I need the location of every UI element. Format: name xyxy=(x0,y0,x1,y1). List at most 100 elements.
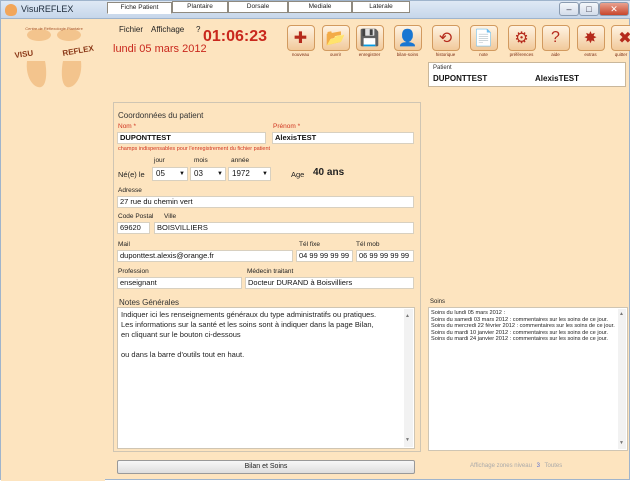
tel-mob-label: Tél mob xyxy=(356,241,380,248)
scroll-up-icon[interactable]: ▲ xyxy=(405,311,410,321)
prenom-input[interactable]: AlexisTEST xyxy=(272,132,414,144)
mail-input[interactable]: duponttest.alexis@orange.fr xyxy=(117,250,293,262)
bilan-soins-button[interactable]: Bilan et Soins xyxy=(117,460,415,474)
toolbar-label: bilan-soins xyxy=(396,52,419,57)
history-icon: ⟲ xyxy=(431,25,460,51)
chevron-down-icon: ▼ xyxy=(262,171,268,177)
soins-entries: Soins du lundi 05 mars 2012 : Soins du sa… xyxy=(431,310,615,343)
soins-entry[interactable]: Soins du mardi 24 janvier 2012 : comment… xyxy=(431,336,615,343)
clock: 01:06:23 xyxy=(203,28,268,45)
notes-textarea[interactable]: Indiquer ici les renseignements généraux… xyxy=(117,307,415,449)
jour-label: jour xyxy=(154,157,165,164)
scroll-down-icon[interactable]: ▼ xyxy=(405,435,410,445)
adresse-input[interactable]: 27 rue du chemin vert xyxy=(117,196,414,208)
annee-select[interactable]: 1972 ▼ xyxy=(228,167,271,181)
quitter-button[interactable]: ✖ quitter xyxy=(611,25,630,63)
soins-entry[interactable]: Soins du mercredi 22 février 2012 : comm… xyxy=(431,323,615,330)
soins-list[interactable]: Soins du lundi 05 mars 2012 : Soins du sa… xyxy=(428,307,628,451)
jour-value: 05 xyxy=(156,169,165,178)
jour-select[interactable]: 05 ▼ xyxy=(152,167,188,181)
note-button[interactable]: 📄 note xyxy=(467,25,500,63)
medecin-input[interactable]: Docteur DURAND à Boisvilliers xyxy=(245,277,414,289)
patient-nom: DUPONTTEST xyxy=(433,74,488,83)
scroll-up-icon[interactable]: ▲ xyxy=(619,311,624,318)
nom-label: Nom * xyxy=(118,123,137,130)
help-icon: ? xyxy=(541,25,570,51)
patient-header: Patient DUPONTTEST AlexisTEST xyxy=(428,62,626,87)
note-icon: 📄 xyxy=(469,25,498,51)
soins-scrollbar[interactable]: ▲ ▼ xyxy=(618,309,626,449)
ville-input[interactable]: BOISVILLIERS xyxy=(154,222,414,234)
close-button[interactable]: ✕ xyxy=(599,2,629,16)
toolbar-label: note xyxy=(479,52,488,57)
age-label: Age xyxy=(291,170,305,179)
mois-value: 03 xyxy=(194,169,203,178)
extras-icon: ✸ xyxy=(576,25,605,51)
adresse-label: Adresse xyxy=(118,187,142,194)
soins-entry[interactable]: Soins du mardi 10 janvier 2012 : comment… xyxy=(431,330,615,337)
date-naissance-label: Né(e) le xyxy=(118,170,145,179)
required-note: champs indispensables pour l'enregistrem… xyxy=(118,146,271,152)
ouvrir-button[interactable]: 📂 ouvrir xyxy=(319,25,352,63)
code-postal-input[interactable]: 69620 xyxy=(117,222,150,234)
affichage-toutes[interactable]: Toutes xyxy=(545,463,563,469)
scroll-down-icon[interactable]: ▼ xyxy=(619,440,624,447)
toolbar-label: quitter xyxy=(614,52,628,57)
medecin-label: Médecin traitant xyxy=(247,268,294,275)
chevron-down-icon: ▼ xyxy=(217,171,223,177)
app-window: VisuREFLEX – □ ✕ Centre de Réflexologie … xyxy=(0,0,630,481)
tab-laterale[interactable]: Laterale xyxy=(352,1,410,13)
prenom-label: Prénom * xyxy=(273,123,301,130)
notes-line: Les informations sur la santé et les soi… xyxy=(121,320,374,329)
tab-mediale[interactable]: Mediale xyxy=(288,1,352,13)
soins-entry[interactable]: Soins du samedi 03 mars 2012 : commentai… xyxy=(431,317,615,324)
affichage-level[interactable]: 3 xyxy=(537,463,540,469)
chevron-down-icon: ▼ xyxy=(179,171,185,177)
menu-help[interactable]: ? xyxy=(196,25,200,34)
tab-fiche-patient[interactable]: Fiche Patient xyxy=(107,2,172,14)
soins-label: Soins xyxy=(430,299,446,305)
toolbar-label: nouveau xyxy=(291,52,310,57)
nom-input[interactable]: DUPONTTEST xyxy=(117,132,266,144)
aide-button[interactable]: ? aide xyxy=(539,25,572,63)
tel-fixe-label: Tél fixe xyxy=(299,241,320,248)
notes-line: Indiquer ici les renseignements généraux… xyxy=(121,310,377,319)
svg-text:VISU: VISU xyxy=(14,48,34,60)
app-icon xyxy=(5,4,17,16)
gear-icon: ⚙ xyxy=(507,25,536,51)
soins-entry[interactable]: Soins du lundi 05 mars 2012 : xyxy=(431,310,615,317)
mois-label: mois xyxy=(194,157,208,164)
patient-prenom: AlexisTEST xyxy=(535,74,580,83)
bilan-soins-button[interactable]: 👤 bilan-soins xyxy=(391,25,424,63)
section-title-coordonnees: Coordonnées du patient xyxy=(118,111,204,120)
visureflex-logo: Centre de Réflexologie Plantaire VISU RE… xyxy=(14,26,95,88)
menu-fichier[interactable]: Fichier xyxy=(119,25,143,34)
pr-f-rences-button[interactable]: ⚙ préférences xyxy=(505,25,538,63)
notes-title: Notes Générales xyxy=(119,298,180,307)
tel-mob-input[interactable]: 06 99 99 99 99 xyxy=(356,250,414,262)
ville-label: Ville xyxy=(164,213,177,220)
toolbar-label: extras xyxy=(584,52,597,57)
maximize-button[interactable]: □ xyxy=(579,2,599,16)
affichage-label: Affichage zones niveau xyxy=(470,463,532,469)
window-title: VisuREFLEX xyxy=(21,4,74,14)
notes-line: en cliquant sur le bouton ci-dessous xyxy=(121,330,241,339)
current-date: lundi 05 mars 2012 xyxy=(113,43,207,55)
minimize-button[interactable]: – xyxy=(559,2,579,16)
tab-dorsale[interactable]: Dorsale xyxy=(228,1,288,13)
notes-line: ou dans la barre d'outils tout en haut. xyxy=(121,350,245,359)
enregistrer-button[interactable]: 💾 enregistrer xyxy=(353,25,386,63)
menu-affichage[interactable]: Affichage xyxy=(151,25,184,34)
notes-scrollbar[interactable]: ▲ ▼ xyxy=(404,309,413,447)
mois-select[interactable]: 03 ▼ xyxy=(190,167,226,181)
tel-fixe-input[interactable]: 04 99 99 99 99 xyxy=(296,250,353,262)
nouveau-button[interactable]: ✚ nouveau xyxy=(284,25,317,63)
extras-button[interactable]: ✸ extras xyxy=(574,25,607,63)
profession-input[interactable]: enseignant xyxy=(117,277,242,289)
svg-text:Centre de Réflexologie Plantai: Centre de Réflexologie Plantaire xyxy=(25,26,83,31)
open-folder-icon: 📂 xyxy=(321,25,350,51)
tab-plantaire[interactable]: Plantaire xyxy=(172,1,228,13)
toolbar-label: ouvrir xyxy=(329,52,342,57)
toolbar-label: aide xyxy=(551,52,560,57)
historique-button[interactable]: ⟲ historique xyxy=(429,25,462,63)
